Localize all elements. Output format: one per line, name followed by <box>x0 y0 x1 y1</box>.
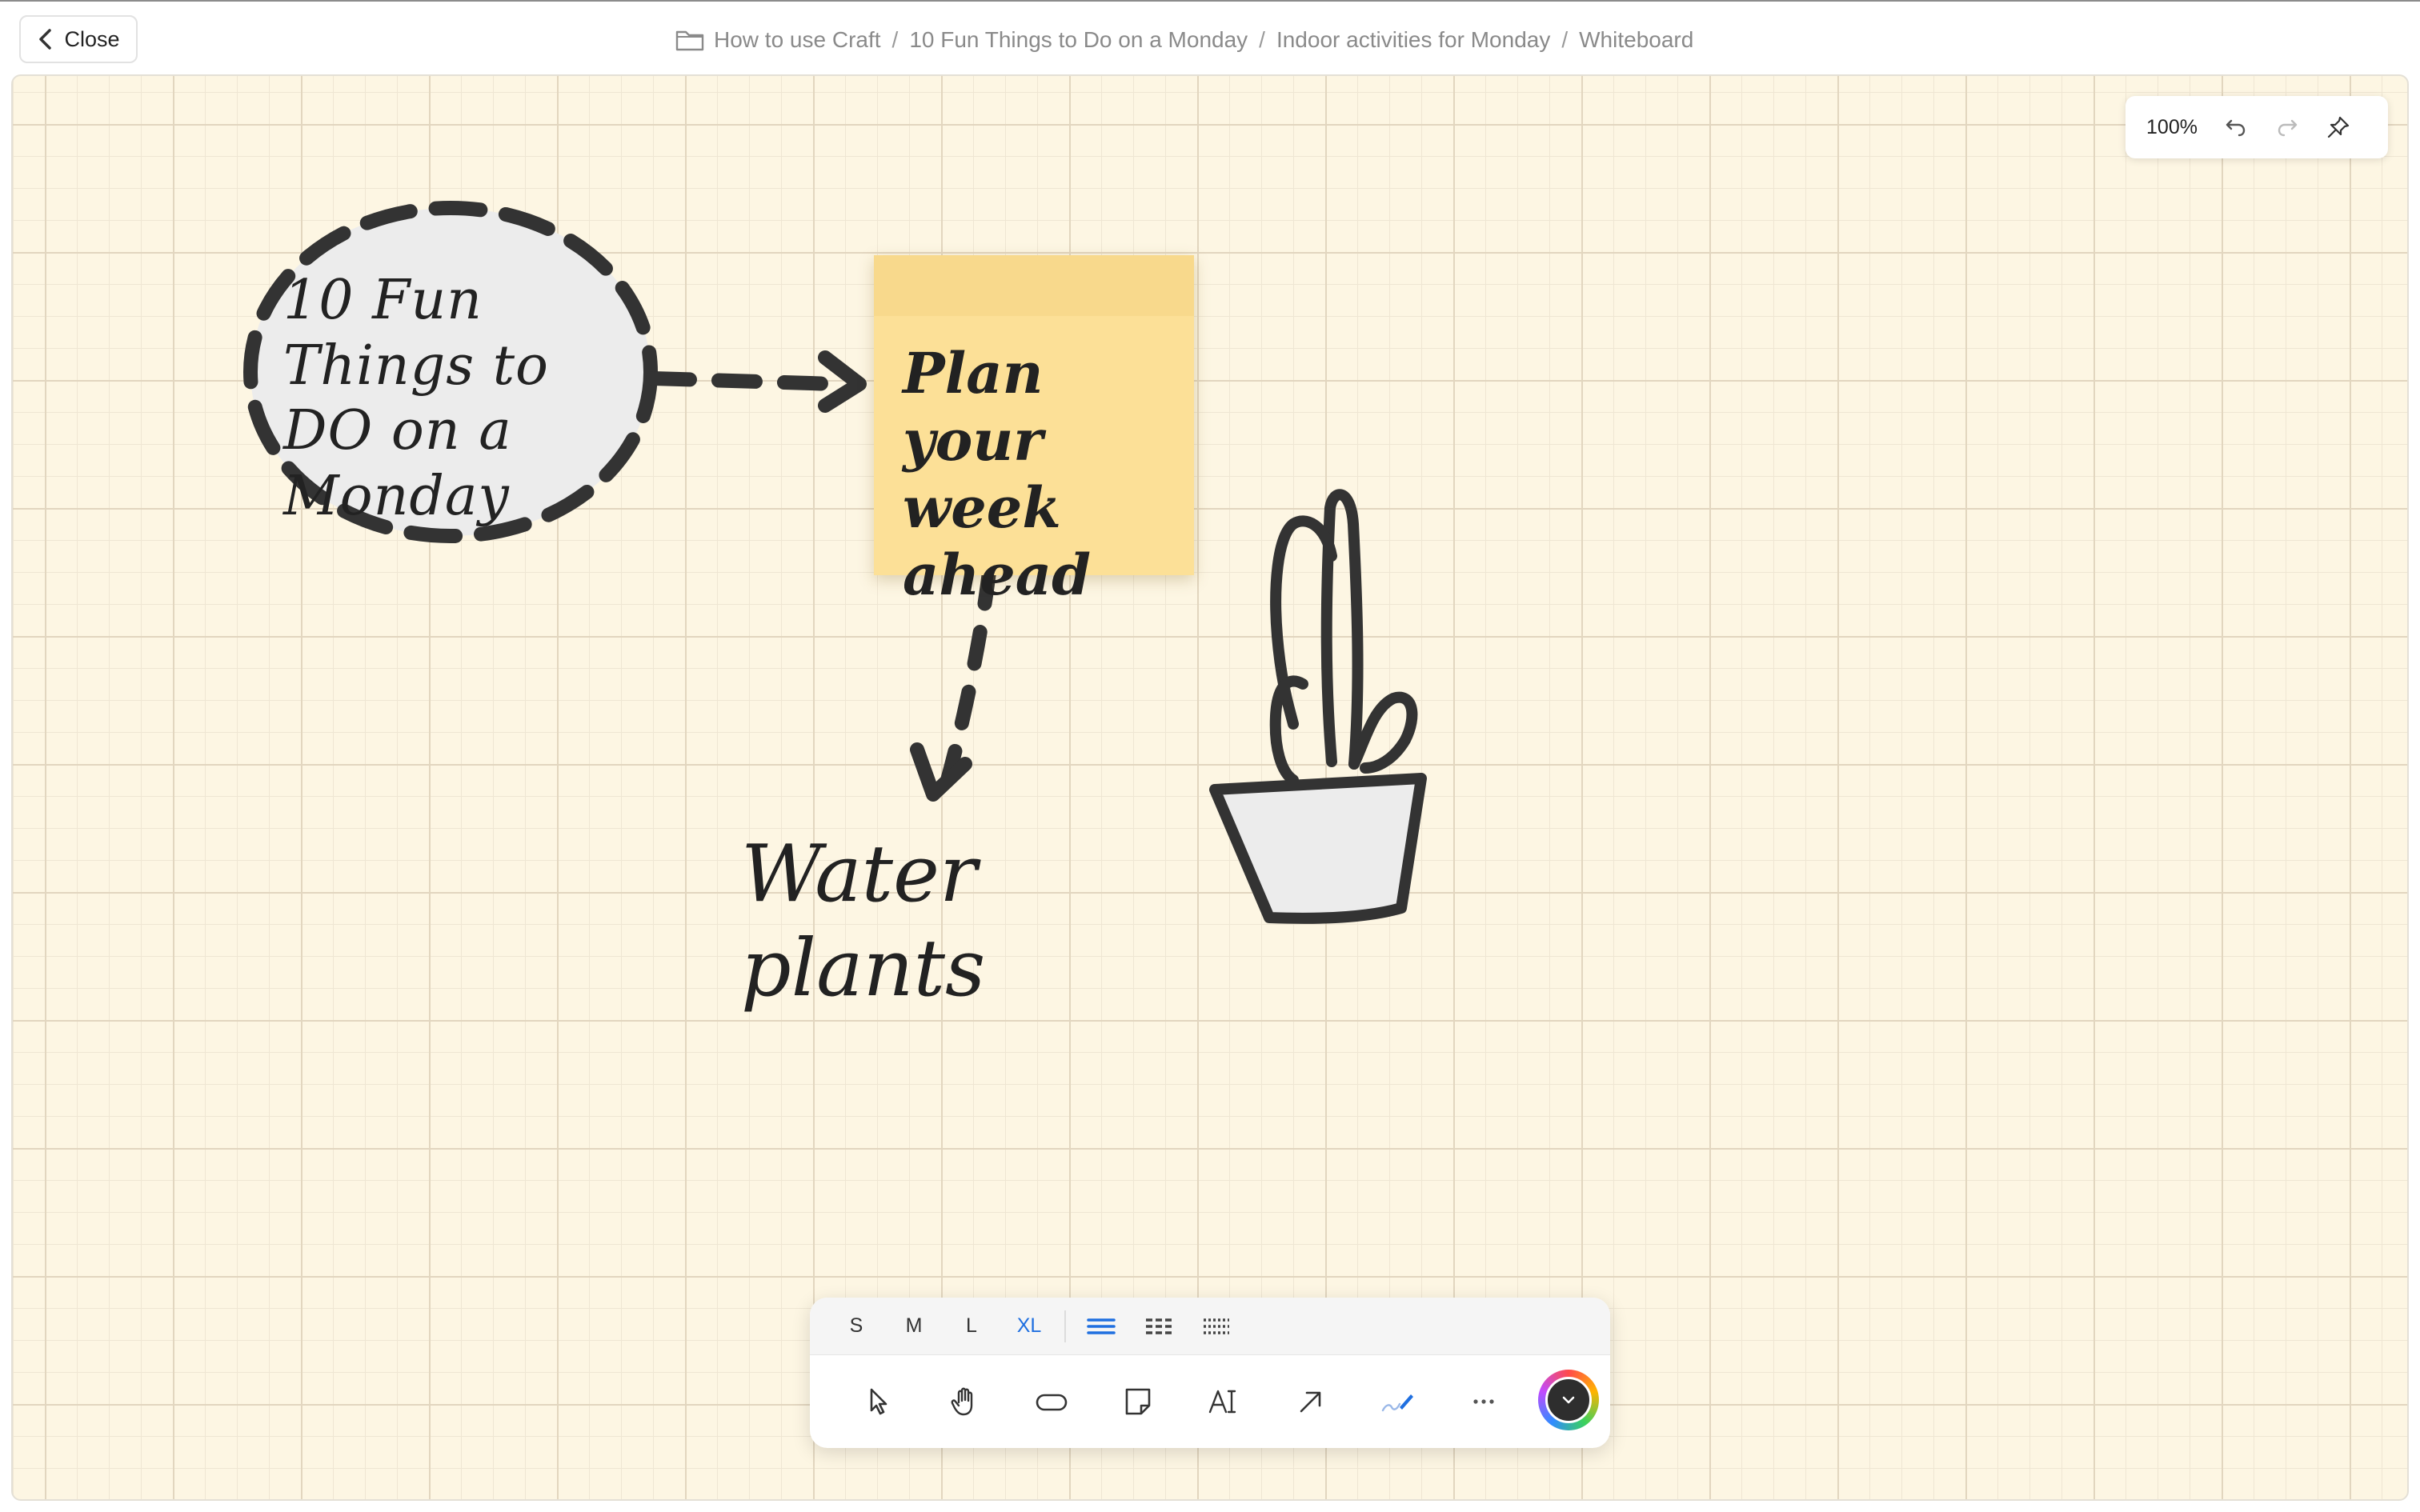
arrow-tool-icon <box>1300 1391 1321 1413</box>
size-option-l[interactable]: L <box>943 1314 1000 1338</box>
chevron-left-icon <box>39 29 52 50</box>
sticky-note-tool[interactable] <box>1095 1370 1181 1434</box>
breadcrumb: How to use Craft / 10 Fun Things to Do o… <box>675 22 1693 58</box>
close-label: Close <box>64 26 120 51</box>
sticky-note-text[interactable]: Plan your week ahead <box>903 340 1191 609</box>
cactus-plant-drawing[interactable] <box>1209 489 1427 924</box>
stroke-dotted-button[interactable] <box>1188 1302 1245 1350</box>
hand-tool[interactable] <box>922 1370 1008 1434</box>
breadcrumb-item-indoor-activities[interactable]: Indoor activities for Monday <box>1276 27 1550 53</box>
breadcrumb-separator: / <box>1259 27 1265 52</box>
drawing-toolbar: S M L XL <box>810 1298 1610 1448</box>
close-button[interactable]: Close <box>19 15 138 63</box>
oval-text[interactable]: 10 Fun Things to DO on a Monday <box>283 268 651 529</box>
pin-icon <box>2327 116 2350 138</box>
arrow-head-right <box>818 350 867 413</box>
dashed-line-icon <box>1146 1318 1172 1334</box>
dotted-line-icon <box>1204 1318 1229 1334</box>
breadcrumb-item-fun-things[interactable]: 10 Fun Things to Do on a Monday <box>909 27 1248 53</box>
stroke-solid-button[interactable] <box>1072 1302 1130 1350</box>
select-tool[interactable] <box>835 1370 922 1434</box>
shape-oval-icon <box>1036 1394 1068 1411</box>
chevron-down-icon <box>1562 1396 1575 1404</box>
redo-button[interactable] <box>2262 103 2313 151</box>
more-tools-button[interactable] <box>1440 1370 1527 1434</box>
solid-line-icon <box>1087 1318 1116 1334</box>
view-controls: 100% <box>2126 96 2388 158</box>
hand-pan-icon <box>951 1387 973 1416</box>
zoom-level[interactable]: 100% <box>2134 116 2210 139</box>
text-tool[interactable] <box>1181 1370 1268 1434</box>
undo-button[interactable] <box>2210 103 2262 151</box>
color-picker-button[interactable] <box>1538 1370 1599 1430</box>
shape-tool[interactable] <box>1008 1370 1095 1434</box>
top-bar: Close How to use Craft / 10 Fun Things t… <box>0 0 2420 75</box>
arrow-tool[interactable] <box>1268 1370 1354 1434</box>
breadcrumb-item-how-to-use-craft[interactable]: How to use Craft <box>714 27 881 53</box>
text-tool-icon <box>1208 1390 1236 1414</box>
dashed-arrow-right[interactable] <box>646 371 843 391</box>
more-icon <box>1473 1399 1494 1404</box>
size-option-s[interactable]: S <box>827 1314 885 1338</box>
pen-tool[interactable] <box>1354 1370 1440 1434</box>
breadcrumb-item-whiteboard[interactable]: Whiteboard <box>1579 27 1693 53</box>
stroke-dashed-button[interactable] <box>1130 1302 1188 1350</box>
toolbar-divider <box>1064 1310 1066 1342</box>
pen-tool-icon <box>1381 1394 1413 1412</box>
select-pointer-icon <box>870 1388 887 1415</box>
color-picker-swatch <box>1545 1377 1592 1423</box>
whiteboard-canvas[interactable]: 10 Fun Things to DO on a Monday Plan you… <box>11 74 2409 1501</box>
size-option-m[interactable]: M <box>885 1314 943 1338</box>
pin-button[interactable] <box>2313 103 2364 151</box>
water-plants-text[interactable]: Water plants <box>741 828 1189 1016</box>
stroke-options-bar: S M L XL <box>810 1298 1610 1355</box>
tool-bar <box>810 1355 1610 1448</box>
sticky-note-icon <box>1125 1388 1151 1415</box>
size-option-xl[interactable]: XL <box>1000 1314 1058 1338</box>
folder-icon <box>675 30 704 51</box>
breadcrumb-separator: / <box>891 27 899 52</box>
undo-icon <box>2226 119 2246 137</box>
breadcrumb-separator: / <box>1561 27 1569 52</box>
redo-icon <box>2278 119 2298 137</box>
